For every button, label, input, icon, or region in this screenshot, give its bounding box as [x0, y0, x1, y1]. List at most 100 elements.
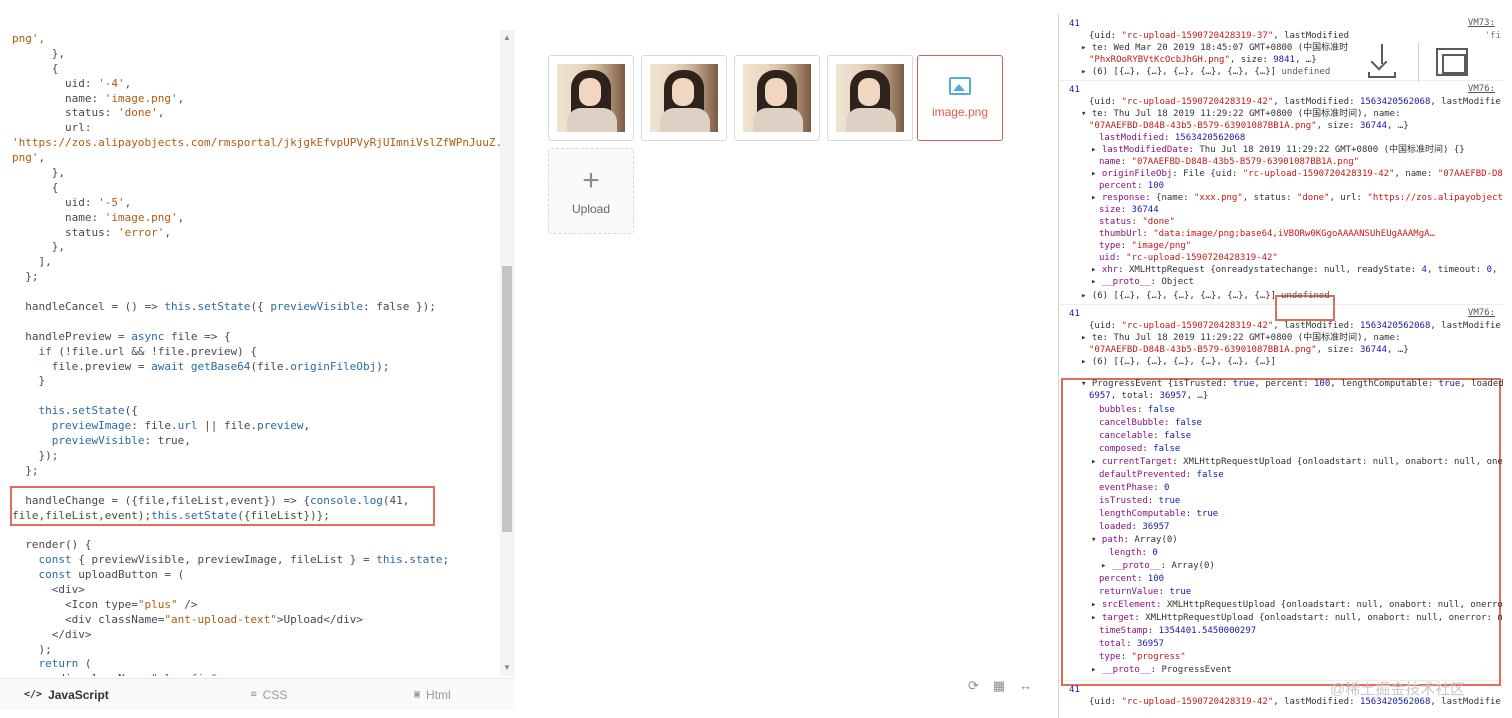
- code-token: name:: [12, 210, 105, 224]
- console-token: xhr: [1101, 265, 1119, 275]
- console-token: ▸: [1091, 613, 1102, 623]
- code-token: .: [65, 404, 72, 418]
- code-token: if: [38, 344, 52, 358]
- console-line: lengthComputable: true: [1099, 508, 1218, 520]
- upload-thumbnail[interactable]: [734, 55, 820, 141]
- tab-html[interactable]: ▣ Html: [351, 679, 514, 710]
- console-line: ▸ xhr: XMLHttpRequest {onreadystatechang…: [1091, 264, 1497, 276]
- console-token: "07AAEFBD-D84B-43b5-B579-63901087BB1A.pn…: [1131, 157, 1360, 167]
- scrollbar-thumb[interactable]: [502, 266, 512, 532]
- console-token: :: [1126, 639, 1137, 649]
- code-token: url: [177, 419, 198, 433]
- code-token: name:: [12, 91, 105, 105]
- console-token: , status:: [1242, 193, 1297, 203]
- upload-button[interactable]: + Upload: [548, 148, 634, 234]
- code-token: await: [151, 359, 185, 373]
- code-token: uploadButton = (: [71, 568, 185, 582]
- scroll-up-icon[interactable]: ▲: [500, 32, 513, 44]
- console-token: cancelBubble: [1099, 418, 1165, 428]
- upload-thumbnail-error[interactable]: image.png: [917, 55, 1003, 141]
- console-token: length: [1109, 548, 1142, 558]
- source-link[interactable]: VM76:: [1468, 308, 1495, 318]
- code-token: setState: [71, 404, 125, 418]
- scroll-down-icon[interactable]: ▼: [500, 662, 513, 674]
- devtools-console[interactable]: 'fi 41 {uid: "rc-upload-1590720428319-37"…: [1058, 14, 1503, 718]
- code-token: '-4': [98, 76, 125, 90]
- console-line: ▸ __proto__: Array(0): [1101, 560, 1215, 572]
- upload-thumbnail[interactable]: [641, 55, 727, 141]
- code-token: "clearfix": [151, 672, 217, 676]
- console-token: : XMLHttpRequest {onreadystatechange: nu…: [1118, 265, 1422, 275]
- console-token: path: [1101, 535, 1124, 545]
- console-token: lastModifiedDate: [1101, 145, 1189, 155]
- code-line: handlePreview = async file => {: [12, 330, 491, 345]
- tab-css[interactable]: ≡ CSS: [187, 679, 350, 710]
- tab-label: Html: [426, 687, 451, 702]
- code-token: );: [376, 359, 390, 373]
- code-content[interactable]: png', }, { uid: '-4', name: 'image.png',…: [12, 32, 502, 676]
- console-token: :: [1115, 253, 1127, 263]
- download-button[interactable]: [1362, 42, 1402, 82]
- console-token: "rc-upload-1590720428319-42": [1242, 169, 1395, 179]
- console-token: loaded: [1099, 522, 1132, 532]
- console-token: ▾: [1091, 535, 1102, 545]
- editor-scrollbar[interactable]: ▲ ▼: [500, 30, 513, 676]
- console-line: ▸ srcElement: XMLHttpRequestUpload {onlo…: [1091, 599, 1503, 611]
- console-token: : {name:: [1145, 193, 1194, 203]
- code-line: status: 'done',: [12, 106, 491, 121]
- code-line: previewVisible: true,: [12, 434, 491, 449]
- expand-icon[interactable]: ↔: [1019, 678, 1032, 694]
- console-line: type: "image/png": [1099, 240, 1191, 252]
- upload-thumbnail[interactable]: [827, 55, 913, 141]
- console-token: 9841: [1273, 55, 1295, 65]
- source-link[interactable]: VM76:: [1468, 84, 1495, 94]
- console-token: : Array(0): [1160, 561, 1215, 571]
- code-token: url:: [12, 121, 92, 135]
- code-line: ],: [12, 255, 491, 270]
- code-token: ,: [124, 195, 132, 209]
- upload-thumbnail[interactable]: [548, 55, 634, 141]
- console-token: :: [1142, 229, 1154, 239]
- code-token: },: [12, 240, 65, 254]
- code-token: </div>: [12, 627, 92, 641]
- tab-javascript[interactable]: </> JavaScript: [0, 679, 187, 710]
- console-token: target: [1101, 613, 1135, 623]
- code-token: (file.: [250, 359, 291, 373]
- code-line: {: [12, 62, 491, 77]
- code-line: uid: '-5',: [12, 196, 491, 211]
- code-token: },: [12, 166, 65, 180]
- console-line: ▾ path: Array(0): [1091, 534, 1178, 546]
- console-token: : File {uid:: [1172, 169, 1243, 179]
- refresh-icon[interactable]: ⟳: [968, 678, 979, 694]
- code-line: },: [12, 47, 491, 62]
- image-search-button[interactable]: [1432, 42, 1472, 82]
- console-line: ▸ (6) [{…}, {…}, {…}, {…}, {…}, {…}]: [1081, 356, 1276, 368]
- upload-label: Upload: [571, 202, 611, 216]
- console-token: :: [1120, 241, 1132, 251]
- console-line: isTrusted: true: [1099, 495, 1180, 507]
- console-token: , size:: [1316, 121, 1360, 131]
- preview-toolbar: ⟳ ▦ ↔: [968, 678, 1032, 694]
- console-token: ▸ te: Wed Mar 20 2019 18:45:07 GMT+0800 …: [1081, 43, 1349, 53]
- console-token: :: [1153, 431, 1165, 441]
- console-token: lengthComputable: [1099, 509, 1186, 519]
- qrcode-icon[interactable]: ▦: [993, 678, 1005, 694]
- console-line: name: "07AAEFBD-D84B-43b5-B579-63901087B…: [1099, 156, 1359, 168]
- console-token: 0: [1152, 548, 1158, 558]
- console-line: {uid: "rc-upload-1590720428319-37", last…: [1089, 30, 1349, 42]
- console-token: false: [1164, 431, 1192, 441]
- code-editor[interactable]: png', }, { uid: '-4', name: 'image.png',…: [0, 30, 514, 676]
- console-token: : Array(0): [1123, 535, 1178, 545]
- source-link[interactable]: VM73:: [1468, 18, 1495, 28]
- console-token: "rc-upload-1590720428319-37": [1121, 31, 1274, 41]
- console-token: eventPhase: [1099, 483, 1154, 493]
- picture-icon: [949, 77, 971, 95]
- console-token: ▸ te: Thu Jul 18 2019 11:29:22 GMT+0800 …: [1081, 333, 1401, 343]
- console-token: ▸: [1091, 457, 1102, 467]
- console-token: 100: [1314, 379, 1331, 389]
- console-token: , url:: [1329, 193, 1368, 203]
- console-token: :: [1131, 522, 1143, 532]
